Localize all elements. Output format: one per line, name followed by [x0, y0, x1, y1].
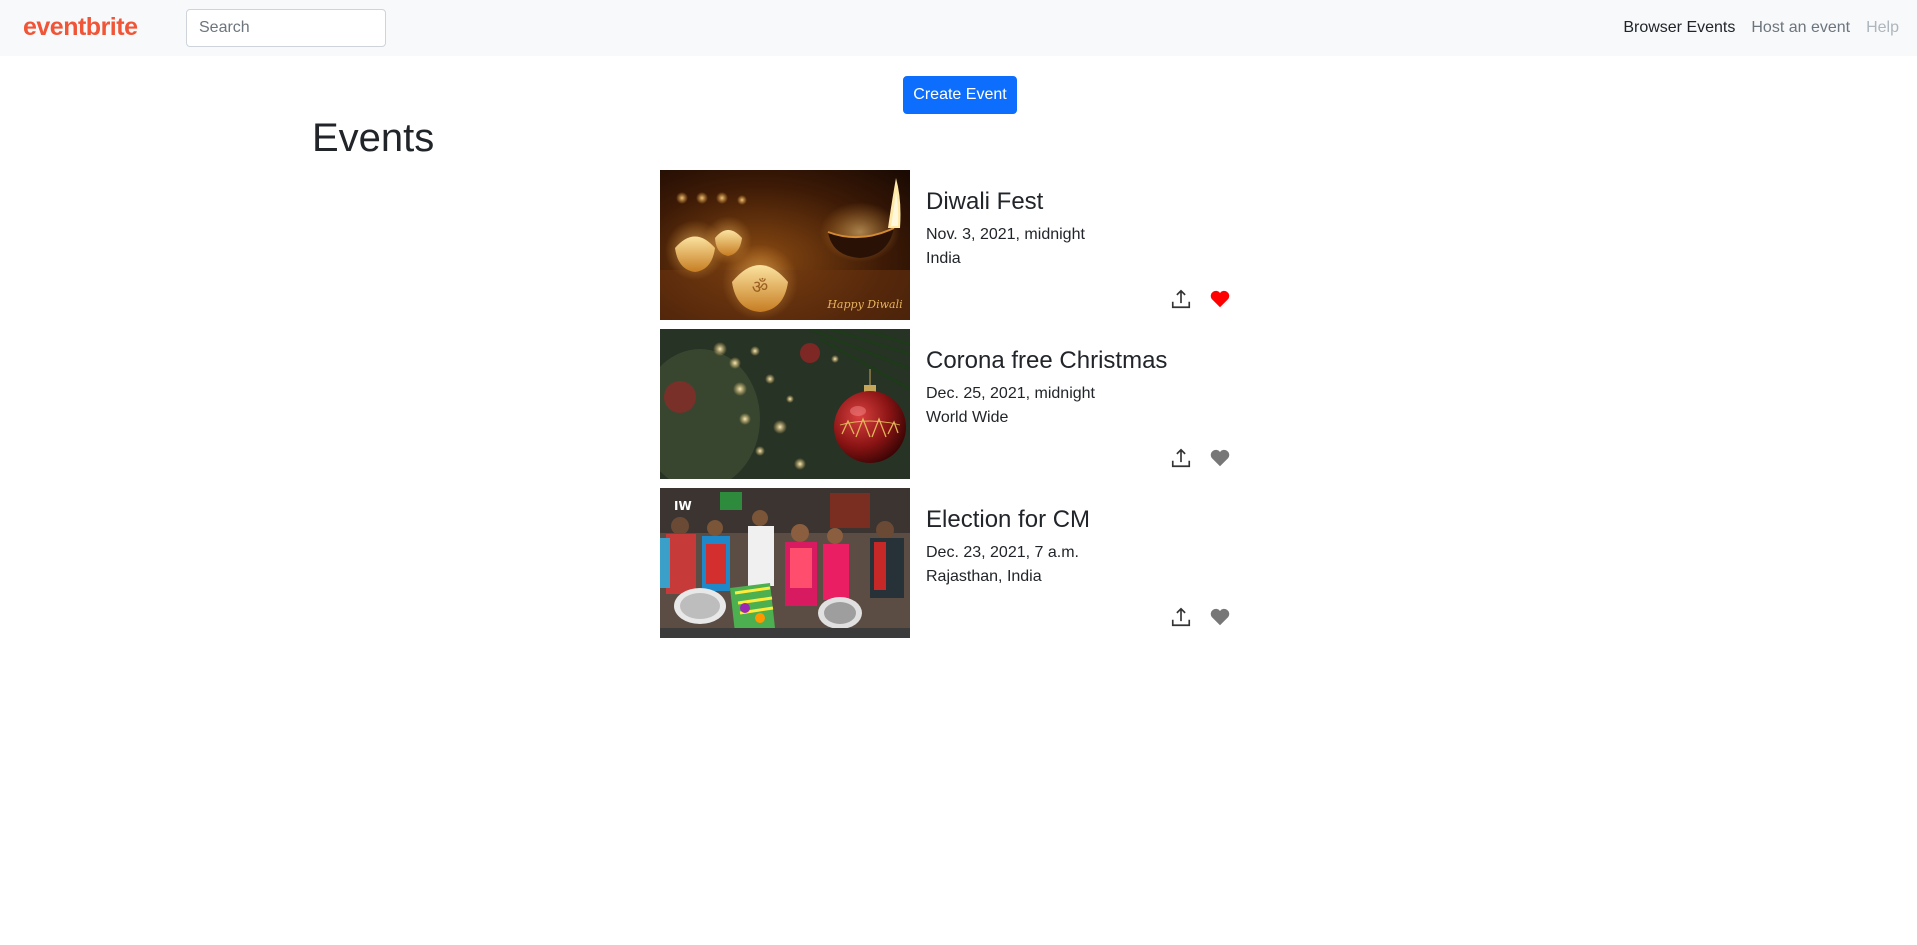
nav-link-browser-events[interactable]: Browser Events: [1623, 19, 1735, 37]
event-title[interactable]: Diwali Fest: [926, 188, 1043, 216]
nav-link-host-event[interactable]: Host an event: [1751, 19, 1850, 37]
event-location: World Wide: [926, 409, 1009, 426]
nav-links: Browser Events Host an event Help: [1623, 19, 1899, 37]
page-title: Events: [312, 116, 435, 160]
svg-text:IW: IW: [674, 499, 692, 513]
event-date: Dec. 25, 2021, midnight: [926, 385, 1095, 402]
svg-text:ॐ: ॐ: [752, 277, 768, 298]
event-location: Rajasthan, India: [926, 568, 1042, 585]
share-icon[interactable]: [1170, 606, 1192, 628]
svg-text:Happy Diwali: Happy Diwali: [826, 298, 902, 311]
heart-icon[interactable]: [1209, 606, 1231, 628]
event-list: ॐ Happy Diwali Diwali Fest Nov. 3, 2021,…: [660, 170, 1233, 647]
event-card: IW Election for CM Dec. 23, 2021, 7 a.m.…: [660, 488, 1233, 638]
nav-link-help[interactable]: Help: [1866, 19, 1899, 37]
event-image-election[interactable]: IW: [660, 488, 910, 638]
event-image-christmas[interactable]: [660, 329, 910, 479]
search-input[interactable]: [186, 9, 386, 47]
event-location: India: [926, 250, 961, 267]
share-icon[interactable]: [1170, 447, 1192, 469]
brand-logo[interactable]: eventbrite: [23, 13, 138, 42]
share-icon[interactable]: [1170, 288, 1192, 310]
navbar: eventbrite Browser Events Host an event …: [0, 0, 1917, 56]
event-image-diwali[interactable]: ॐ Happy Diwali: [660, 170, 910, 320]
create-event-button[interactable]: Create Event: [903, 76, 1017, 114]
event-card: Corona free Christmas Dec. 25, 2021, mid…: [660, 329, 1233, 479]
event-title[interactable]: Corona free Christmas: [926, 347, 1167, 375]
heart-icon[interactable]: [1209, 288, 1231, 310]
event-date: Dec. 23, 2021, 7 a.m.: [926, 544, 1079, 561]
event-card: ॐ Happy Diwali Diwali Fest Nov. 3, 2021,…: [660, 170, 1233, 320]
event-date: Nov. 3, 2021, midnight: [926, 226, 1085, 243]
event-title[interactable]: Election for CM: [926, 506, 1090, 534]
heart-icon[interactable]: [1209, 447, 1231, 469]
